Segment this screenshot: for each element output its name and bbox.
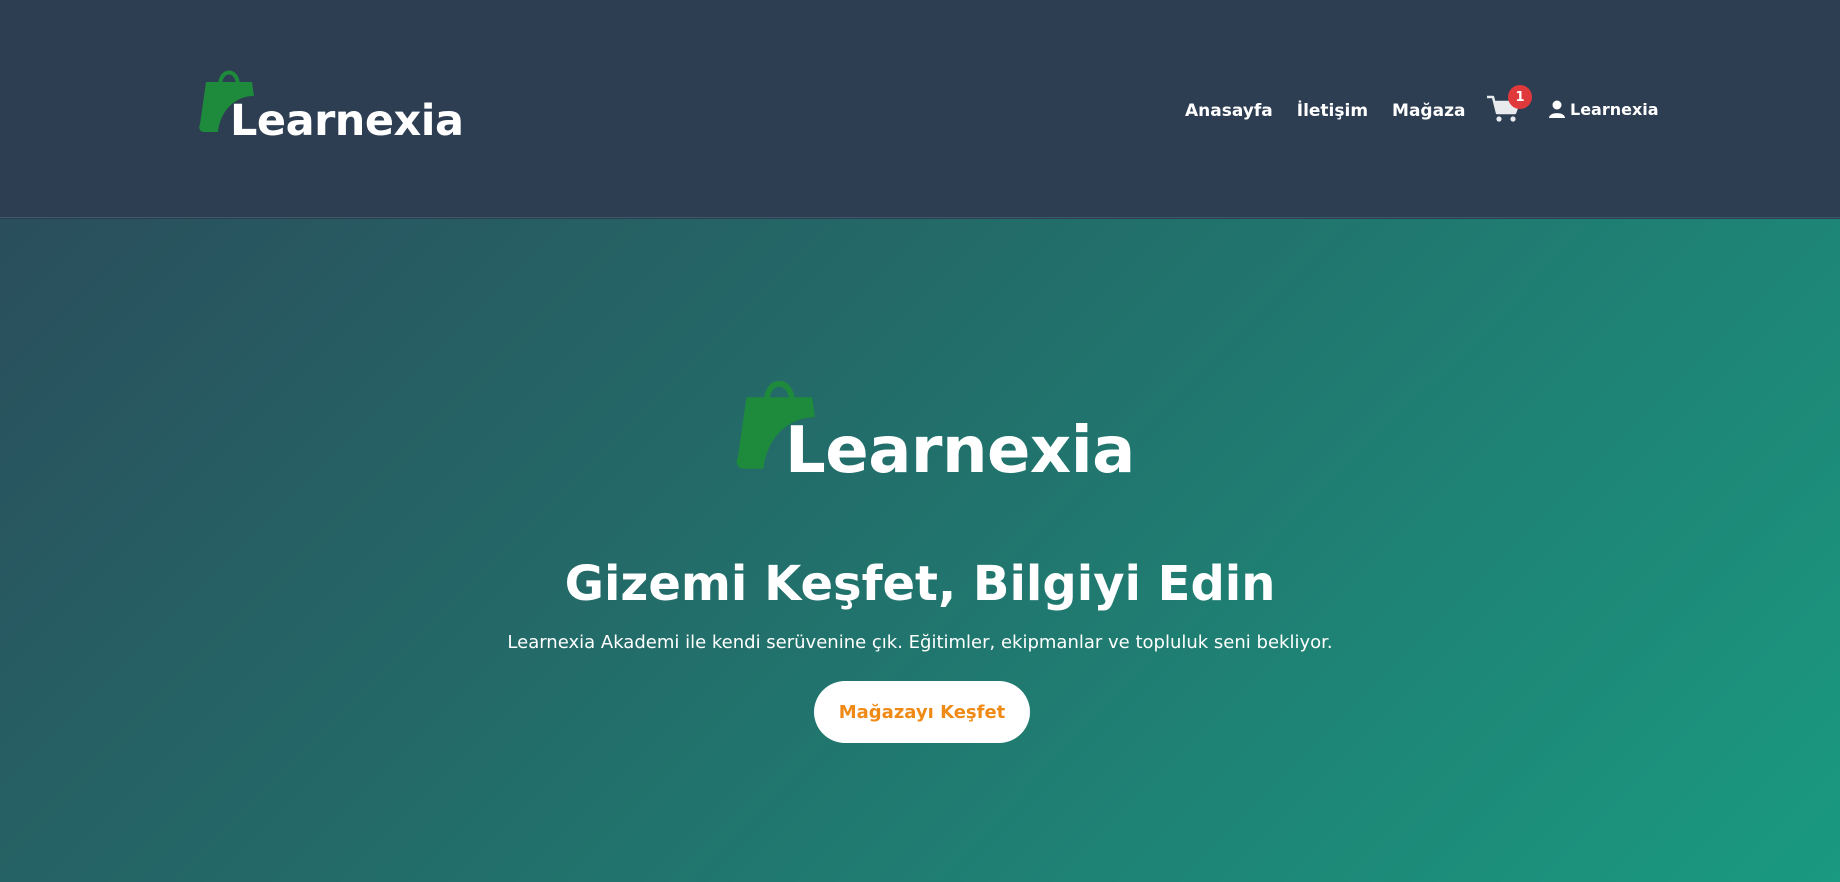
header-logo[interactable]: Learnexia <box>198 66 464 148</box>
main-nav: Anasayfa İletişim Mağaza <box>1185 99 1465 123</box>
site-header: Learnexia Anasayfa İletişim Mağaza 1 Lea… <box>0 0 1840 218</box>
user-icon <box>1549 100 1565 118</box>
user-menu[interactable]: Learnexia <box>1548 100 1659 119</box>
explore-store-button[interactable]: Mağazayı Keşfet <box>814 681 1030 743</box>
hero-logo-text: Learnexia <box>785 414 1135 488</box>
cart-count-badge: 1 <box>1508 85 1532 109</box>
hero-subtitle: Learnexia Akademi ile kendi serüvenine ç… <box>507 632 1333 653</box>
nav-item-magaza[interactable]: Mağaza <box>1392 99 1465 123</box>
hero-section: Learnexia Gizemi Keşfet, Bilgiyi Edin Le… <box>0 219 1840 882</box>
nav-item-anasayfa[interactable]: Anasayfa <box>1185 99 1273 123</box>
hero-title: Gizemi Keşfet, Bilgiyi Edin <box>564 556 1276 612</box>
nav-item-iletisim[interactable]: İletişim <box>1297 99 1368 123</box>
user-label: Learnexia <box>1570 100 1659 119</box>
hero-logo: Learnexia <box>735 371 1135 495</box>
logo-text: Learnexia <box>230 96 464 146</box>
